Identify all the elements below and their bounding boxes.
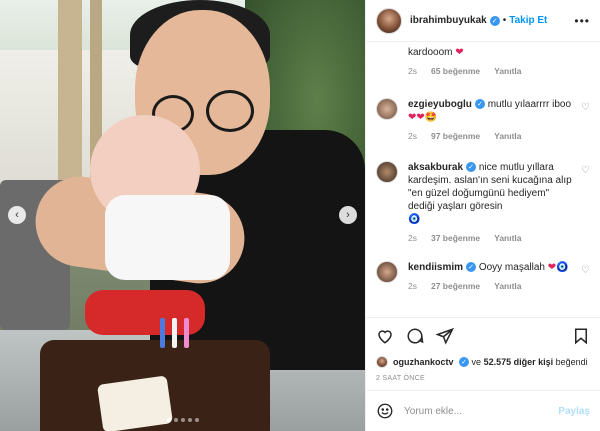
comment-item: ezgieyuboglu ✓ mutlu yılaarrrr iboo ❤❤🤩 2… (376, 98, 590, 143)
carousel-dot (194, 418, 199, 422)
emoji-icon[interactable] (376, 402, 394, 420)
carousel-dot (187, 418, 192, 422)
reply-button[interactable]: Yanıtla (494, 280, 521, 293)
prev-arrow-icon[interactable]: ‹ (8, 206, 26, 224)
like-comment-heart-icon[interactable]: ♡ (581, 165, 590, 176)
like-comment-heart-icon[interactable]: ♡ (581, 102, 590, 113)
reply-button[interactable]: Yanıtla (494, 65, 521, 78)
heart-icon[interactable] (376, 327, 394, 345)
comment-likes[interactable]: 65 beğenme (431, 65, 480, 78)
reply-button[interactable]: Yanıtla (494, 232, 521, 245)
post-header: ibrahimbuyukak ✓ • Takip Et ••• (366, 0, 600, 42)
avatar[interactable] (376, 261, 398, 283)
likes-summary: oguzhankoctv ✓ ve 52.575 diğer kişi beğe… (366, 353, 600, 371)
comment-username[interactable]: kendiismim (408, 262, 463, 273)
avatar[interactable] (376, 98, 398, 120)
liker-username[interactable]: oguzhankoctv (393, 357, 454, 367)
carousel-dot (173, 418, 178, 422)
instagram-post: ‹ › ibrahimbuyukak ✓ • Takip Et ••• kard… (0, 0, 600, 431)
like-comment-heart-icon[interactable]: ♡ (581, 265, 590, 276)
comment-time: 2s (408, 281, 417, 291)
verified-icon: ✓ (459, 357, 470, 367)
verified-icon: ✓ (474, 99, 485, 110)
comment-username[interactable]: aksakburak (408, 162, 463, 173)
comment-time: 2s (408, 131, 417, 141)
verified-icon: ✓ (466, 162, 477, 173)
post-comment-button[interactable]: Paylaş (558, 406, 590, 417)
comment-time: 2s (408, 66, 417, 76)
nazar-emoji: 🧿 (408, 214, 421, 225)
comment-item: kardooom ❤ 2s 65 beğenme Yanıtla (376, 46, 590, 78)
comment-time: 2s (408, 233, 417, 243)
emoji: ❤🧿 (547, 262, 569, 273)
comment-likes[interactable]: 27 beğenme (431, 280, 480, 293)
post-timestamp: 2 SAAT ÖNCE (366, 371, 600, 391)
cake-plaque (97, 375, 173, 431)
verified-icon: ✓ (489, 15, 500, 26)
comment-likes[interactable]: 97 beğenme (431, 130, 480, 143)
heart-emoji: ❤ (455, 47, 464, 58)
next-arrow-icon[interactable]: › (339, 206, 357, 224)
emoji: ❤❤🤩 (408, 112, 438, 123)
more-options-icon[interactable]: ••• (574, 14, 590, 28)
comments-list[interactable]: kardooom ❤ 2s 65 beğenme Yanıtla ezgieyu… (366, 42, 600, 317)
comment-item: aksakburak ✓ nice mutlu yıllara kardeşim.… (376, 161, 590, 245)
comment-likes[interactable]: 37 beğenme (431, 232, 480, 245)
avatar[interactable] (376, 161, 398, 183)
avatar[interactable] (376, 7, 402, 34)
post-photo[interactable]: ‹ › (0, 0, 365, 431)
follow-button[interactable]: Takip Et (509, 15, 547, 26)
comment-text: mutlu yılaarrrr iboo (487, 99, 572, 110)
comment-item: kendiismim ✓ Ooyy maşallah ❤🧿 2s 27 beğen… (376, 261, 590, 293)
bookmark-icon[interactable] (572, 327, 590, 345)
comment-text: Ooyy maşallah (478, 262, 545, 273)
action-bar (366, 317, 600, 353)
comment-text: kardooom (408, 47, 453, 58)
post-username[interactable]: ibrahimbuyukak (410, 15, 487, 26)
likes-count[interactable]: 52.575 diğer kişi (484, 357, 554, 367)
comment-input[interactable]: Yorum ekle... (404, 406, 548, 417)
comment-username[interactable]: ezgieyuboglu (408, 99, 472, 110)
reply-button[interactable]: Yanıtla (494, 130, 521, 143)
add-comment-bar: Yorum ekle... Paylaş (366, 391, 600, 431)
share-icon[interactable] (436, 327, 454, 345)
carousel-dot (166, 418, 171, 422)
comment-icon[interactable] (406, 327, 424, 345)
side-panel: ibrahimbuyukak ✓ • Takip Et ••• kardooom… (365, 0, 600, 431)
avatar[interactable] (376, 356, 388, 368)
carousel-dots (0, 418, 365, 422)
verified-icon: ✓ (466, 262, 477, 273)
carousel-dot (180, 418, 185, 422)
